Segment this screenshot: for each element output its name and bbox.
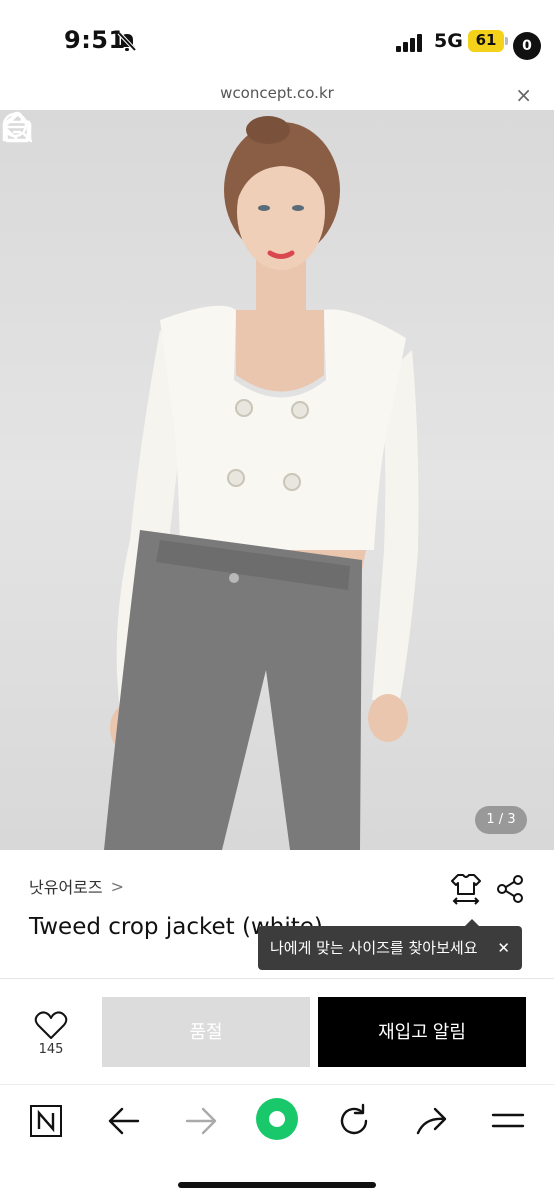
battery-level: 61 [475, 31, 497, 49]
size-tooltip[interactable]: 나에게 맞는 사이즈를 찾아보세요 ✕ [258, 919, 522, 970]
reload-icon[interactable] [334, 1101, 374, 1141]
image-pager: 1 / 3 [475, 806, 527, 834]
brand-link[interactable]: 낫유어로즈 > [29, 874, 124, 898]
menu-icon[interactable] [488, 1101, 528, 1141]
green-dot-icon[interactable] [255, 1097, 299, 1141]
signal-icon [396, 34, 422, 52]
size-guide-icon[interactable] [450, 872, 482, 906]
model-photo [104, 116, 419, 850]
like-count: 145 [38, 1042, 64, 1057]
home-indicator [178, 1182, 376, 1188]
browser-back-icon[interactable] [104, 1101, 144, 1141]
bell-slash-icon [117, 31, 137, 52]
heart-icon[interactable] [34, 1010, 68, 1040]
tooltip-text: 나에게 맞는 사이즈를 찾아보세요 [270, 939, 478, 957]
divider [0, 978, 554, 979]
url-text[interactable]: wconcept.co.kr [0, 84, 554, 102]
battery-icon: 61 [468, 30, 508, 52]
network-type: 5G [434, 30, 463, 52]
tooltip-close-icon[interactable]: ✕ [497, 926, 510, 970]
cart-icon[interactable] [0, 110, 34, 144]
share-icon[interactable] [496, 874, 524, 904]
restock-alert-button[interactable]: 재입고 알림 [318, 997, 526, 1067]
url-bar: wconcept.co.kr × [0, 80, 554, 110]
product-image[interactable]: 1 / 3 [0, 110, 554, 850]
naver-icon[interactable] [26, 1101, 66, 1141]
browser-share-icon[interactable] [411, 1101, 451, 1141]
soldout-button[interactable]: 품절 [102, 997, 310, 1067]
status-bar: 9:51 5G 61 [0, 0, 554, 80]
brand-name: 낫유어로즈 [29, 878, 103, 897]
chevron-right-icon: > [110, 876, 125, 896]
browser-forward-icon[interactable] [181, 1101, 221, 1141]
close-tab-button[interactable]: × [515, 83, 532, 107]
cart-count-badge: 0 [513, 32, 541, 60]
